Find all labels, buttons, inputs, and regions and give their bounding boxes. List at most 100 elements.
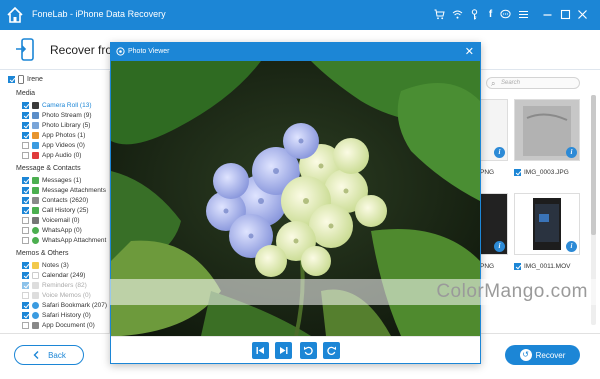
rotate-right-button[interactable] <box>323 342 340 359</box>
photo-library-icon <box>32 122 39 129</box>
rotate-left-icon <box>304 346 313 355</box>
sidebar-item-app-audio[interactable]: App Audio (0) <box>22 152 81 159</box>
rotate-left-button[interactable] <box>300 342 317 359</box>
checkbox[interactable] <box>22 112 29 119</box>
sidebar-item-call-history[interactable]: Call History (25) <box>22 207 89 214</box>
photo-viewer-dialog: Photo Viewer ✕ <box>110 42 481 364</box>
recover-button[interactable]: ↺ Recover <box>505 345 580 365</box>
thumbnail[interactable]: i <box>514 193 580 255</box>
thumbnail-checkbox[interactable] <box>514 263 521 270</box>
checkbox[interactable] <box>22 302 29 309</box>
sidebar-item-label: Safari History (0) <box>42 312 91 319</box>
thumbnail[interactable]: i <box>514 99 580 161</box>
next-button[interactable] <box>275 342 292 359</box>
app-title: FoneLab - iPhone Data Recovery <box>32 9 166 19</box>
sidebar-item-label: Camera Roll (13) <box>42 102 92 109</box>
checkbox[interactable] <box>22 322 29 329</box>
chat-icon[interactable] <box>500 9 511 20</box>
sidebar-item-messages[interactable]: Messages (1) <box>22 177 81 184</box>
sidebar-item-label: App Videos (0) <box>42 142 85 149</box>
section-title-memos: Memos & Others <box>16 250 69 257</box>
sidebar-item-calendar[interactable]: Calendar (249) <box>22 272 85 279</box>
info-icon[interactable]: i <box>566 241 577 252</box>
checkbox[interactable] <box>22 217 29 224</box>
sidebar-item-whatsapp-attachment[interactable]: WhatsApp Attachment <box>22 237 106 244</box>
thumbnail[interactable]: i <box>480 99 508 161</box>
checkbox[interactable] <box>22 122 29 129</box>
maximize-icon[interactable] <box>560 9 571 20</box>
checkbox[interactable] <box>22 262 29 269</box>
checkbox[interactable] <box>22 272 29 279</box>
thumbnail-label-row[interactable]: IMG_0003.JPG <box>514 169 569 176</box>
menu-icon[interactable] <box>518 9 529 20</box>
search-input[interactable]: Search <box>501 80 520 86</box>
back-button-label: Back <box>48 350 66 360</box>
checkbox[interactable] <box>22 207 29 214</box>
thumbnail-label-row[interactable]: IMG_0011.MOV <box>514 263 570 270</box>
checkbox[interactable] <box>22 142 29 149</box>
info-icon[interactable]: i <box>494 147 505 158</box>
checkbox[interactable] <box>22 237 29 244</box>
device-row[interactable]: Irene <box>8 75 43 84</box>
key-icon[interactable] <box>469 9 480 20</box>
app-photos-icon <box>32 132 39 139</box>
thumbnail[interactable]: i <box>480 193 508 255</box>
sidebar-item-label: Calendar (249) <box>42 272 86 279</box>
sidebar-item-voicemail[interactable]: Voicemail (0) <box>22 217 80 224</box>
sidebar-item-photo-stream[interactable]: Photo Stream (9) <box>22 112 92 119</box>
thumbnail-label: PNG <box>480 263 495 270</box>
checkbox[interactable] <box>22 227 29 234</box>
checkbox[interactable] <box>22 102 29 109</box>
sidebar-item-app-videos[interactable]: App Videos (0) <box>22 142 85 149</box>
info-icon[interactable]: i <box>494 241 505 252</box>
sidebar-item-safari-bookmark[interactable]: Safari Bookmark (207) <box>22 302 107 309</box>
sidebar-item-app-document[interactable]: App Document (0) <box>22 322 95 329</box>
calendar-icon <box>32 272 39 279</box>
safari-history-icon <box>32 312 39 319</box>
messages-icon <box>32 177 39 184</box>
scrollbar-thumb[interactable] <box>591 95 596 235</box>
thumbnail-label: IMG_0003.JPG <box>524 169 569 176</box>
checkbox[interactable] <box>22 312 29 319</box>
sidebar-item-camera-roll[interactable]: Camera Roll (13) <box>22 102 92 109</box>
checkbox[interactable] <box>22 177 29 184</box>
thumbnail-checkbox[interactable] <box>514 169 521 176</box>
sidebar-item-message-attachments[interactable]: Message Attachments <box>22 187 106 194</box>
wifi-icon[interactable] <box>452 9 463 20</box>
search-box[interactable]: ⌕ Search <box>486 77 580 89</box>
sidebar-item-contacts[interactable]: Contacts (2620) <box>22 197 88 204</box>
title-bar: FoneLab - iPhone Data Recovery f <box>0 0 600 30</box>
back-button[interactable]: Back <box>14 345 84 365</box>
photo-viewer-title: Photo Viewer <box>128 48 170 55</box>
sidebar-item-voice-memos[interactable]: Voice Memos (0) <box>22 292 91 299</box>
device-checkbox[interactable] <box>8 76 15 83</box>
checkbox[interactable] <box>22 152 29 159</box>
recover-icon: ↺ <box>519 349 532 361</box>
close-icon[interactable] <box>577 9 588 20</box>
sidebar-item-notes[interactable]: Notes (3) <box>22 262 69 269</box>
sidebar-item-label: Voice Memos (0) <box>42 292 91 299</box>
minimize-icon[interactable] <box>542 9 553 20</box>
whatsapp-attachment-icon <box>32 237 39 244</box>
sidebar-item-whatsapp[interactable]: WhatsApp (0) <box>22 227 82 234</box>
checkbox[interactable] <box>22 292 29 299</box>
home-icon[interactable] <box>6 6 24 24</box>
sidebar-item-photo-library[interactable]: Photo Library (5) <box>22 122 90 129</box>
voicemail-icon <box>32 217 39 224</box>
checkbox[interactable] <box>22 187 29 194</box>
sidebar-item-safari-history[interactable]: Safari History (0) <box>22 312 91 319</box>
sidebar-item-label: Message Attachments <box>42 187 106 194</box>
photo-viewer-close-icon[interactable]: ✕ <box>465 45 474 58</box>
checkbox[interactable] <box>22 197 29 204</box>
sidebar-item-app-photos[interactable]: App Photos (1) <box>22 132 85 139</box>
sidebar-item-label: Safari Bookmark (207) <box>42 302 108 309</box>
facebook-icon[interactable]: f <box>485 9 496 20</box>
checkbox[interactable] <box>22 132 29 139</box>
section-title-messages: Message & Contacts <box>16 165 81 172</box>
back-arrow-icon <box>33 351 39 359</box>
sidebar-item-reminders[interactable]: Reminders (82) <box>22 282 87 289</box>
checkbox[interactable] <box>22 282 29 289</box>
previous-button[interactable] <box>252 342 269 359</box>
info-icon[interactable]: i <box>566 147 577 158</box>
cart-icon[interactable] <box>434 9 445 20</box>
